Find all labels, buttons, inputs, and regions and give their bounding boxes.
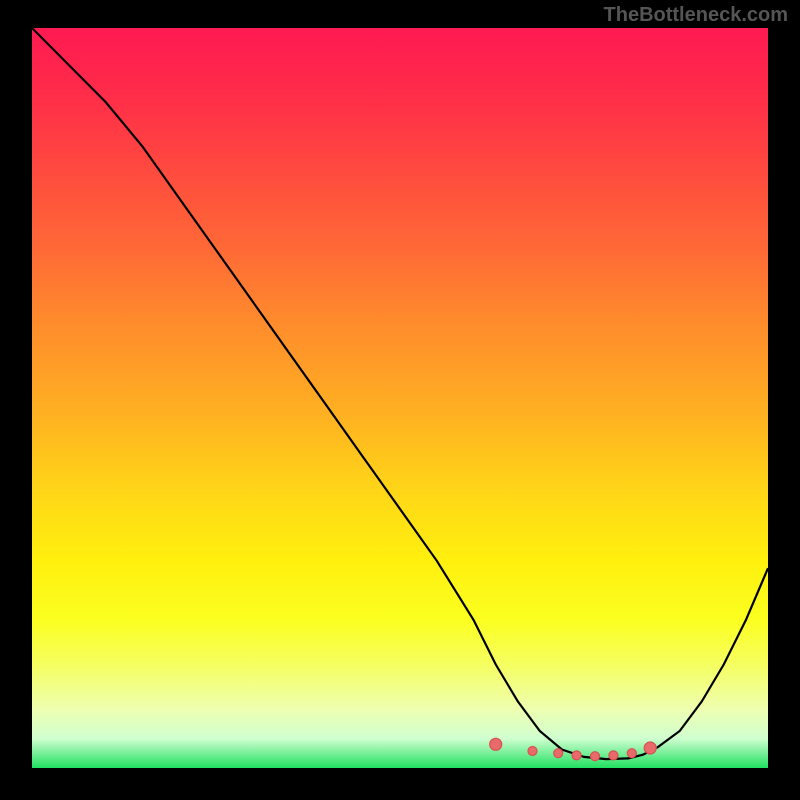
marker-point (591, 752, 600, 761)
watermark-text: TheBottleneck.com (604, 4, 788, 27)
marker-point (528, 747, 537, 756)
chart-plot-area (32, 28, 768, 768)
marker-point (627, 749, 636, 758)
marker-point (572, 751, 581, 760)
marker-point (644, 742, 656, 754)
bottleneck-curve-line (32, 28, 768, 759)
chart-svg (32, 28, 768, 768)
marker-point (609, 751, 618, 760)
marker-point (490, 738, 502, 750)
marker-point (554, 749, 563, 758)
optimal-range-markers (490, 738, 657, 760)
